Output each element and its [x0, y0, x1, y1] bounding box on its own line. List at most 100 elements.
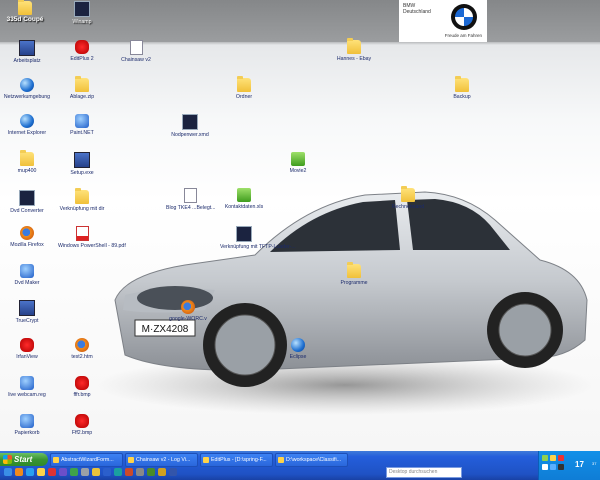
explorer-icon[interactable] — [37, 468, 45, 476]
bmw-roundel-icon — [451, 4, 477, 30]
desktop-icon-verknuepfung-dir[interactable]: Verknüpfung mit dir — [58, 188, 106, 212]
app-icon[interactable] — [70, 468, 78, 476]
desktop-icon-movie2[interactable]: Movie2 — [274, 152, 322, 174]
desktop-icon-winamp[interactable]: Winamp — [58, 1, 106, 25]
tray-app-icon[interactable] — [550, 464, 556, 470]
desktop-icon-setup-exe[interactable]: Setup.exe — [58, 152, 106, 176]
word-icon — [183, 188, 197, 203]
desktop-icon-dvd-maker[interactable]: Dvd Maker — [3, 264, 51, 286]
taskbar: Start AbstractWizardForm... Chainsaw v2 … — [0, 451, 600, 480]
desktop-icon-programme[interactable]: Programme — [330, 262, 378, 286]
setup-icon — [74, 152, 90, 168]
tray-app-icon[interactable] — [558, 464, 564, 470]
desktop-icon-google-worc[interactable]: google-WORC.v — [164, 300, 212, 322]
desktop-icon-hannes-ebay[interactable]: Hannes - Ebay — [330, 38, 378, 62]
app-icon[interactable] — [114, 468, 122, 476]
icon-label: google-WORC.v — [169, 316, 207, 322]
app-icon[interactable] — [169, 468, 177, 476]
clock-minutes[interactable]: 37 — [592, 461, 596, 466]
start-button[interactable]: Start — [0, 453, 48, 466]
icon-label: Dvd Converter — [10, 208, 44, 214]
icon-label: Programme — [340, 280, 368, 286]
show-desktop-icon[interactable] — [4, 468, 12, 476]
desktop-icon-live-webcam-reg[interactable]: live webcam.reg — [3, 376, 51, 398]
app-icon[interactable] — [125, 468, 133, 476]
clock-hour[interactable]: 17 — [575, 460, 584, 469]
desktop-icon-eclipse[interactable]: Eclipse — [274, 338, 322, 360]
desktop-icon-fff2-bmp[interactable]: Fff2.bmp — [58, 414, 106, 436]
network-tray-icon[interactable] — [542, 455, 548, 461]
desktop-icon-arbeitsplatz[interactable]: Arbeitsplatz — [3, 40, 51, 64]
folder-icon — [278, 457, 284, 463]
taskbar-task[interactable]: Chainsaw v2 - Log Vi... — [125, 453, 198, 467]
app-icon[interactable] — [103, 468, 111, 476]
icon-label: Papierkorb — [14, 430, 40, 436]
app-icon[interactable] — [136, 468, 144, 476]
tray-app-icon[interactable] — [550, 455, 556, 461]
desktop-icon-internet-explorer[interactable]: Internet Explorer — [3, 114, 51, 136]
truecrypt-icon — [19, 300, 35, 316]
desktop-icon-papierkorb[interactable]: Papierkorb — [3, 414, 51, 436]
desktop-icon-mozilla-firefox[interactable]: Mozilla Firefox — [3, 226, 51, 248]
ie-icon[interactable] — [26, 468, 34, 476]
desktop-icon-fffr-bmp[interactable]: fffr.bmp — [58, 376, 106, 398]
red-splat-icon — [75, 376, 89, 390]
volume-icon[interactable] — [542, 464, 548, 470]
taskbar-task[interactable]: D:\workspace\Classifi... — [275, 453, 348, 467]
desktop-icon-truecrypt[interactable]: TrueCrypt — [3, 300, 51, 324]
registry-icon — [20, 376, 34, 390]
folder-icon — [347, 262, 361, 278]
desktop-icon-ordner[interactable]: Ordner — [220, 76, 268, 100]
folder-check-icon — [291, 152, 305, 166]
app-icon[interactable] — [81, 468, 89, 476]
app-icon[interactable] — [92, 468, 100, 476]
bmw-tagline: Freude am Fahren — [444, 33, 482, 38]
folder-icon — [455, 76, 469, 92]
desktop-icon-netzwerkumgebung[interactable]: Netzwerkumgebung — [3, 78, 51, 100]
desktop-icon-powershell-pdf[interactable]: Windows PowerShell - 89.pdf — [58, 226, 126, 249]
firefox-icon[interactable] — [15, 468, 23, 476]
taskbar-task[interactable]: EditPlus - [D:\spring-F... — [200, 453, 273, 467]
desktop-icon-tftp-loader[interactable]: Verknüpfung mit TFTP-Loader-... — [220, 226, 296, 250]
icon-label: fffr.bmp — [73, 392, 91, 398]
icon-label: Ordner — [235, 94, 253, 100]
icon-label: Eclipse — [289, 354, 307, 360]
firefox-icon — [181, 300, 195, 314]
desktop-icon-irfanview[interactable]: IrfanView — [3, 338, 51, 360]
desktop-icon-rechnerstand[interactable]: Rechnerstand — [384, 186, 432, 210]
desktop[interactable]: BMW Deutschland Freude am Fahren M·ZX420… — [0, 0, 600, 451]
desktop-icon-335d-coupe[interactable]: 335d Coupé — [1, 0, 49, 23]
desktop-icon-test2-htm[interactable]: test2.htm — [58, 338, 106, 360]
desktop-icon-kontaktdaten-xls[interactable]: Kontaktdaten.xls — [220, 188, 268, 210]
tray-app-icon[interactable] — [558, 455, 564, 461]
desktop-icon-nodpenwer[interactable]: Nodpenwer.xmd — [166, 114, 214, 138]
editplus-icon[interactable] — [48, 468, 56, 476]
desktop-icon-paint-net[interactable]: Paint.NET — [58, 114, 106, 136]
quick-launch-bar — [2, 467, 392, 478]
eclipse-icon[interactable] — [59, 468, 67, 476]
desktop-icon-dvd-converter[interactable]: Dvd Converter — [3, 190, 51, 214]
app-icon — [182, 114, 198, 130]
folder-icon — [75, 188, 89, 204]
desktop-icon-blog-word[interactable]: Blog TKE4 ...Belegt... — [166, 188, 216, 211]
window-icon — [128, 457, 134, 463]
app-icon[interactable] — [158, 468, 166, 476]
desktop-icon-editplus[interactable]: EditPlus 2 — [58, 40, 106, 62]
task-label: EditPlus - [D:\spring-F... — [211, 457, 267, 463]
desktop-search-input[interactable]: Desktop durchsuchen — [386, 467, 462, 478]
desktop-icon-backup[interactable]: Backup — [438, 76, 486, 100]
icon-label: Winamp — [72, 19, 92, 25]
task-label: AbstractWizardForm... — [61, 457, 114, 463]
firefox-icon — [20, 226, 34, 240]
bmw-logo-panel: BMW Deutschland Freude am Fahren — [399, 0, 487, 42]
desktop-icon-ablage-zip[interactable]: Ablage.zip — [58, 76, 106, 100]
desktop-icon-mup400[interactable]: mup400 — [3, 150, 51, 174]
icon-label: Mozilla Firefox — [10, 242, 44, 248]
start-label: Start — [14, 455, 33, 464]
icon-label: TrueCrypt — [15, 318, 39, 324]
taskbar-task[interactable]: AbstractWizardForm... — [50, 453, 123, 467]
app-icon[interactable] — [147, 468, 155, 476]
window-icon — [203, 457, 209, 463]
icon-label: mup400 — [17, 168, 37, 174]
desktop-icon-chainsaw[interactable]: Chainsaw v2 — [112, 40, 160, 63]
